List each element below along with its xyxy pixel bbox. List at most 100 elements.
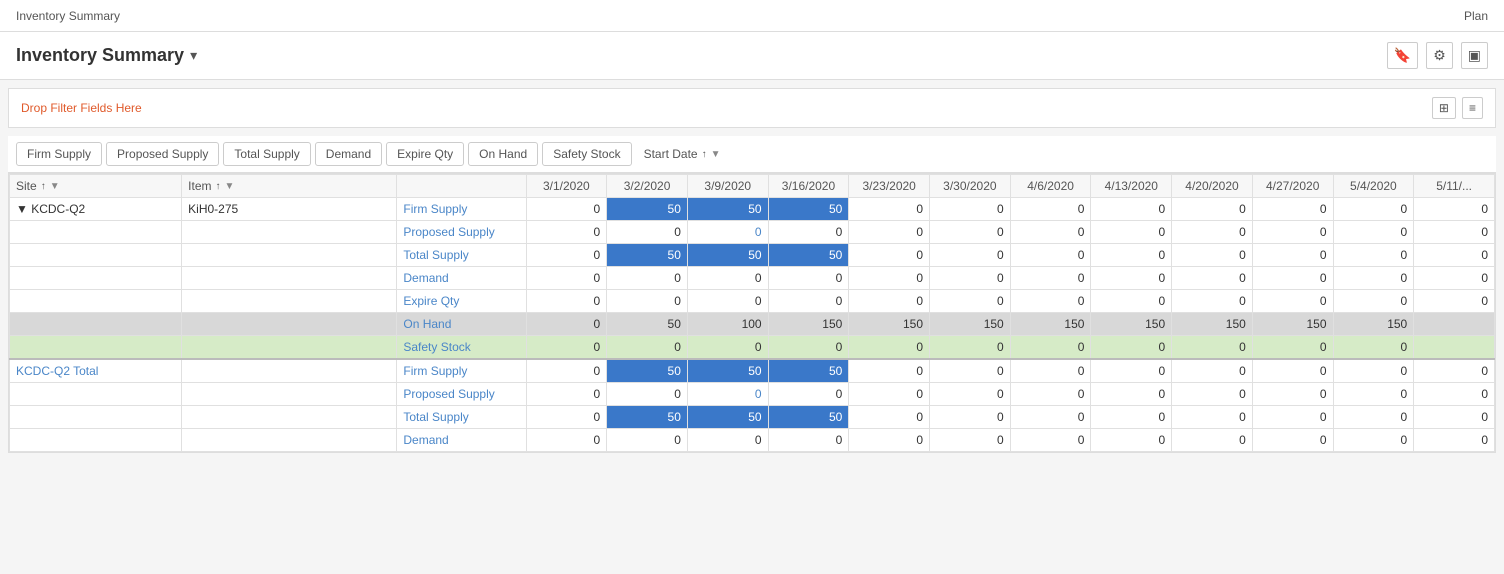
cell-v10: 0 [1333, 406, 1414, 429]
page-header: Inventory Summary ▾ 🔖 ⚙ ▣ [0, 32, 1504, 80]
tab-firm-supply[interactable]: Firm Supply [16, 142, 102, 166]
item-cell [182, 313, 397, 336]
cell-v5: 0 [930, 290, 1011, 313]
cell-v7: 0 [1091, 267, 1172, 290]
col-header-date-5: 3/30/2020 [930, 175, 1011, 198]
cell-v7: 0 [1091, 290, 1172, 313]
table-row: Total Supply 0 50 50 50 0 0 0 0 0 0 0 0 [10, 244, 1495, 267]
cell-v4: 0 [849, 267, 930, 290]
cell-v4: 0 [849, 198, 930, 221]
cell-v4: 0 [849, 244, 930, 267]
cell-v4: 0 [849, 359, 930, 383]
table-row-onhand: On Hand 0 50 100 150 150 150 150 150 150… [10, 313, 1495, 336]
site-cell [10, 244, 182, 267]
filter-bar: Drop Filter Fields Here ⊞ ≡ [8, 88, 1496, 128]
cell-v4: 0 [849, 406, 930, 429]
row-type-label: Total Supply [397, 244, 526, 267]
row-type-label: Demand [397, 429, 526, 452]
cell-v4: 0 [849, 383, 930, 406]
cell-v2: 0 [687, 429, 768, 452]
tab-demand[interactable]: Demand [315, 142, 382, 166]
cell-v9: 150 [1252, 313, 1333, 336]
page-title: Inventory Summary [16, 45, 184, 66]
cell-v9: 0 [1252, 406, 1333, 429]
cell-v0: 0 [526, 359, 607, 383]
tab-safety-stock[interactable]: Safety Stock [542, 142, 631, 166]
col-header-item[interactable]: Item ↑ ▼ [182, 175, 397, 198]
item-filter-icon[interactable]: ▼ [225, 181, 235, 192]
bookmark-button[interactable]: 🔖 [1387, 42, 1418, 69]
cell-v1: 0 [607, 429, 688, 452]
cell-v10: 0 [1333, 221, 1414, 244]
total-site-cell [10, 406, 182, 429]
grid-view-button[interactable]: ⊞ [1432, 97, 1456, 119]
cell-v7: 0 [1091, 359, 1172, 383]
total-site-cell [10, 383, 182, 406]
cell-v8: 0 [1172, 198, 1253, 221]
col-header-date-6: 4/6/2020 [1010, 175, 1091, 198]
col-header-site[interactable]: Site ↑ ▼ [10, 175, 182, 198]
site-col-label: Site [16, 179, 37, 193]
cell-v1: 50 [607, 244, 688, 267]
settings-button[interactable]: ⚙ [1426, 42, 1453, 69]
cell-v3: 0 [768, 290, 849, 313]
cell-v2: 50 [687, 198, 768, 221]
item-cell [182, 267, 397, 290]
tab-expire-qty[interactable]: Expire Qty [386, 142, 464, 166]
cell-v3: 150 [768, 313, 849, 336]
cell-v9: 0 [1252, 267, 1333, 290]
cell-v1: 0 [607, 290, 688, 313]
cell-v1: 50 [607, 406, 688, 429]
cell-v0: 0 [526, 313, 607, 336]
layout-button[interactable]: ▣ [1461, 42, 1488, 69]
filter-funnel-icon[interactable]: ▼ [711, 149, 721, 160]
site-sort-icon[interactable]: ↑ [41, 181, 46, 192]
row-type-label: Expire Qty [397, 290, 526, 313]
cell-v8: 0 [1172, 290, 1253, 313]
table-row: ▼ KCDC-Q2 KiH0-275 Firm Supply 0 50 50 5… [10, 198, 1495, 221]
cell-v8: 0 [1172, 336, 1253, 360]
cell-v2: 50 [687, 244, 768, 267]
list-view-button[interactable]: ≡ [1462, 97, 1483, 119]
cell-v5: 0 [930, 406, 1011, 429]
tab-total-supply[interactable]: Total Supply [223, 142, 310, 166]
cell-v11: 0 [1414, 244, 1495, 267]
cell-v10: 0 [1333, 198, 1414, 221]
cell-v3: 50 [768, 244, 849, 267]
cell-v2: 100 [687, 313, 768, 336]
topbar-title: Inventory Summary [16, 9, 120, 23]
sort-asc-icon[interactable]: ↑ [702, 149, 707, 160]
site-cell [10, 290, 182, 313]
table-row-safety: Safety Stock 0 0 0 0 0 0 0 0 0 0 0 [10, 336, 1495, 360]
cell-v1: 50 [607, 198, 688, 221]
cell-v4: 0 [849, 429, 930, 452]
cell-v8: 150 [1172, 313, 1253, 336]
cell-v10: 0 [1333, 290, 1414, 313]
cell-v9: 0 [1252, 383, 1333, 406]
cell-v8: 0 [1172, 383, 1253, 406]
cell-v2: 0 [687, 221, 768, 244]
col-header-date-3: 3/16/2020 [768, 175, 849, 198]
tab-proposed-supply[interactable]: Proposed Supply [106, 142, 219, 166]
cell-v7: 0 [1091, 221, 1172, 244]
cell-v11: 0 [1414, 290, 1495, 313]
col-header-row-type [397, 175, 526, 198]
cell-v10: 0 [1333, 336, 1414, 360]
cell-v10: 0 [1333, 383, 1414, 406]
item-cell [182, 221, 397, 244]
chevron-down-icon[interactable]: ▾ [190, 47, 197, 64]
item-cell [182, 244, 397, 267]
total-item-cell [182, 359, 397, 383]
expand-arrow-icon[interactable]: ▼ [16, 202, 28, 216]
site-filter-icon[interactable]: ▼ [50, 181, 60, 192]
page-header-left: Inventory Summary ▾ [16, 45, 197, 66]
item-sort-icon[interactable]: ↑ [216, 181, 221, 192]
cell-v7: 0 [1091, 198, 1172, 221]
cell-v6: 0 [1010, 244, 1091, 267]
cell-v0: 0 [526, 290, 607, 313]
total-item-cell [182, 383, 397, 406]
cell-v6: 0 [1010, 406, 1091, 429]
col-header-date-8: 4/20/2020 [1172, 175, 1253, 198]
tab-on-hand[interactable]: On Hand [468, 142, 538, 166]
cell-v3: 50 [768, 359, 849, 383]
